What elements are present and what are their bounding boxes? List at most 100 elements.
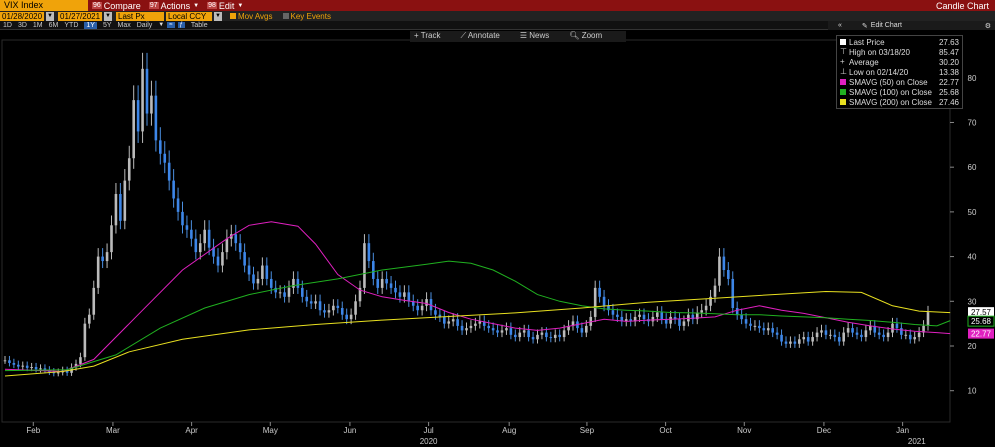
collapse-icon[interactable]: « <box>838 22 842 29</box>
x-tick-label: Feb <box>26 426 40 435</box>
actions-button-label: Actions <box>160 0 191 11</box>
settings-bar: 01/28/2020 ▼ 01/27/2021 ▼ Last Px Local … <box>0 11 995 21</box>
candle-body <box>545 332 548 338</box>
candle-body <box>314 301 317 304</box>
edit-chart-panel-header: « ✎ Edit Chart ⚙ <box>828 21 995 30</box>
candle-body <box>704 305 708 311</box>
candle-body <box>292 278 295 288</box>
zoom-tool[interactable]: 🔍︎ Zoom <box>569 31 612 42</box>
candle-body <box>389 283 393 288</box>
legend-row-low: ⊥ Low on 02/14/20 13.38 <box>840 67 959 77</box>
x-tick-label: Sep <box>580 426 595 435</box>
candle-body <box>904 334 908 336</box>
candle-body <box>376 278 380 288</box>
candle-body <box>531 337 535 340</box>
edit-chart-icon: ✎ <box>861 22 868 30</box>
candle-body <box>864 330 868 338</box>
period-3d[interactable]: 3D <box>18 22 27 29</box>
legend-swatch <box>840 89 846 95</box>
candle-body <box>221 252 224 266</box>
candle-body <box>309 301 313 304</box>
annotate-tool[interactable]: ⟋ Annotate <box>460 31 509 42</box>
candle-body <box>163 153 167 163</box>
candle-body <box>740 314 743 320</box>
key-events-checkbox[interactable] <box>282 13 289 19</box>
end-date-field[interactable]: 01/27/2021 <box>58 11 103 21</box>
candle-body <box>56 372 60 374</box>
edit-button[interactable]: 98 Edit ▼ <box>207 1 243 11</box>
chart-tools: + Track ⟋ Annotate ☰ News 🔍︎ Zoom <box>410 31 627 42</box>
candle-body <box>877 332 881 335</box>
candle-body <box>451 319 455 322</box>
candle-body <box>678 319 681 326</box>
edit-chart-button[interactable]: Edit Chart <box>871 22 902 29</box>
candle-body <box>478 321 482 324</box>
candle-body <box>917 332 921 338</box>
candle-body <box>829 334 832 336</box>
candle-body <box>305 296 309 302</box>
zoom-tool-label: Zoom <box>581 31 603 40</box>
compare-button[interactable]: 96 Compare <box>92 1 141 11</box>
candle-body <box>25 365 29 368</box>
track-tool[interactable]: + Track <box>414 31 450 42</box>
period-1y[interactable]: 1Y <box>84 21 97 29</box>
candle-body <box>296 278 300 288</box>
sma-line <box>4 221 951 373</box>
period-1m[interactable]: 1M <box>33 22 43 29</box>
period-max[interactable]: Max <box>118 22 131 29</box>
period-ytd[interactable]: YTD <box>64 22 78 29</box>
legend-value: 25.68 <box>938 87 959 97</box>
mov-avgs-checkbox[interactable] <box>229 13 236 19</box>
candle-body <box>420 305 424 311</box>
average-marker-icon: + <box>840 57 845 66</box>
legend-label: Low on 02/14/20 <box>849 67 909 77</box>
candle-body <box>114 194 118 226</box>
price-field-select[interactable]: Last Px <box>116 11 164 21</box>
candle-body <box>469 325 473 329</box>
candle-body <box>487 325 490 329</box>
candle-body <box>88 314 91 324</box>
candle-body <box>265 265 269 279</box>
candle-body <box>762 328 766 331</box>
chart-type-icon[interactable]: ≈ <box>167 22 175 28</box>
ticker-field[interactable]: VIX Index <box>0 0 88 11</box>
x-tick-label: Jun <box>343 426 356 435</box>
y-tick-label: 40 <box>968 253 977 262</box>
candle-body <box>345 314 348 320</box>
candle-body <box>869 325 872 331</box>
candle-body <box>682 321 686 326</box>
candle-body <box>238 243 242 253</box>
news-tool[interactable]: ☰ News <box>520 31 559 42</box>
candle-body <box>434 310 437 315</box>
mov-avgs-label: Mov Avgs <box>237 11 273 21</box>
candle-body <box>110 225 113 253</box>
frequency-select[interactable]: Daily <box>137 22 153 29</box>
candle-body <box>283 292 286 297</box>
candle-body <box>722 256 726 270</box>
candle-body <box>203 229 206 244</box>
candle-body <box>833 334 837 338</box>
actions-button[interactable]: 97 Actions ▼ <box>148 0 199 11</box>
candle-body <box>79 357 82 364</box>
candle-body <box>798 339 801 344</box>
start-date-field[interactable]: 01/28/2020 <box>0 11 45 21</box>
legend-swatch <box>840 99 846 105</box>
y-tick-label: 30 <box>968 297 977 306</box>
period-1d[interactable]: 1D <box>3 22 12 29</box>
indicator-icon[interactable]: ƒ <box>177 22 185 28</box>
candle-body <box>656 312 659 317</box>
gear-icon[interactable]: ⚙ <box>985 22 991 30</box>
caret-down-icon[interactable]: ▼ <box>158 22 164 28</box>
currency-select[interactable]: Local CCY <box>166 11 212 21</box>
compare-button-label: Compare <box>103 0 141 11</box>
chart-legend: Last Price 27.63 ⊤ High on 03/18/20 85.47 +… <box>836 35 963 109</box>
start-date-dropdown[interactable]: ▼ <box>46 11 54 21</box>
candle-body <box>855 332 859 335</box>
legend-swatch <box>840 39 846 45</box>
currency-dropdown[interactable]: ▼ <box>214 11 222 21</box>
table-toggle[interactable]: Table <box>191 22 208 29</box>
candle-body <box>731 278 735 308</box>
period-6m[interactable]: 6M <box>49 22 59 29</box>
end-date-dropdown[interactable]: ▼ <box>104 11 112 21</box>
period-5y[interactable]: 5Y <box>103 22 112 29</box>
